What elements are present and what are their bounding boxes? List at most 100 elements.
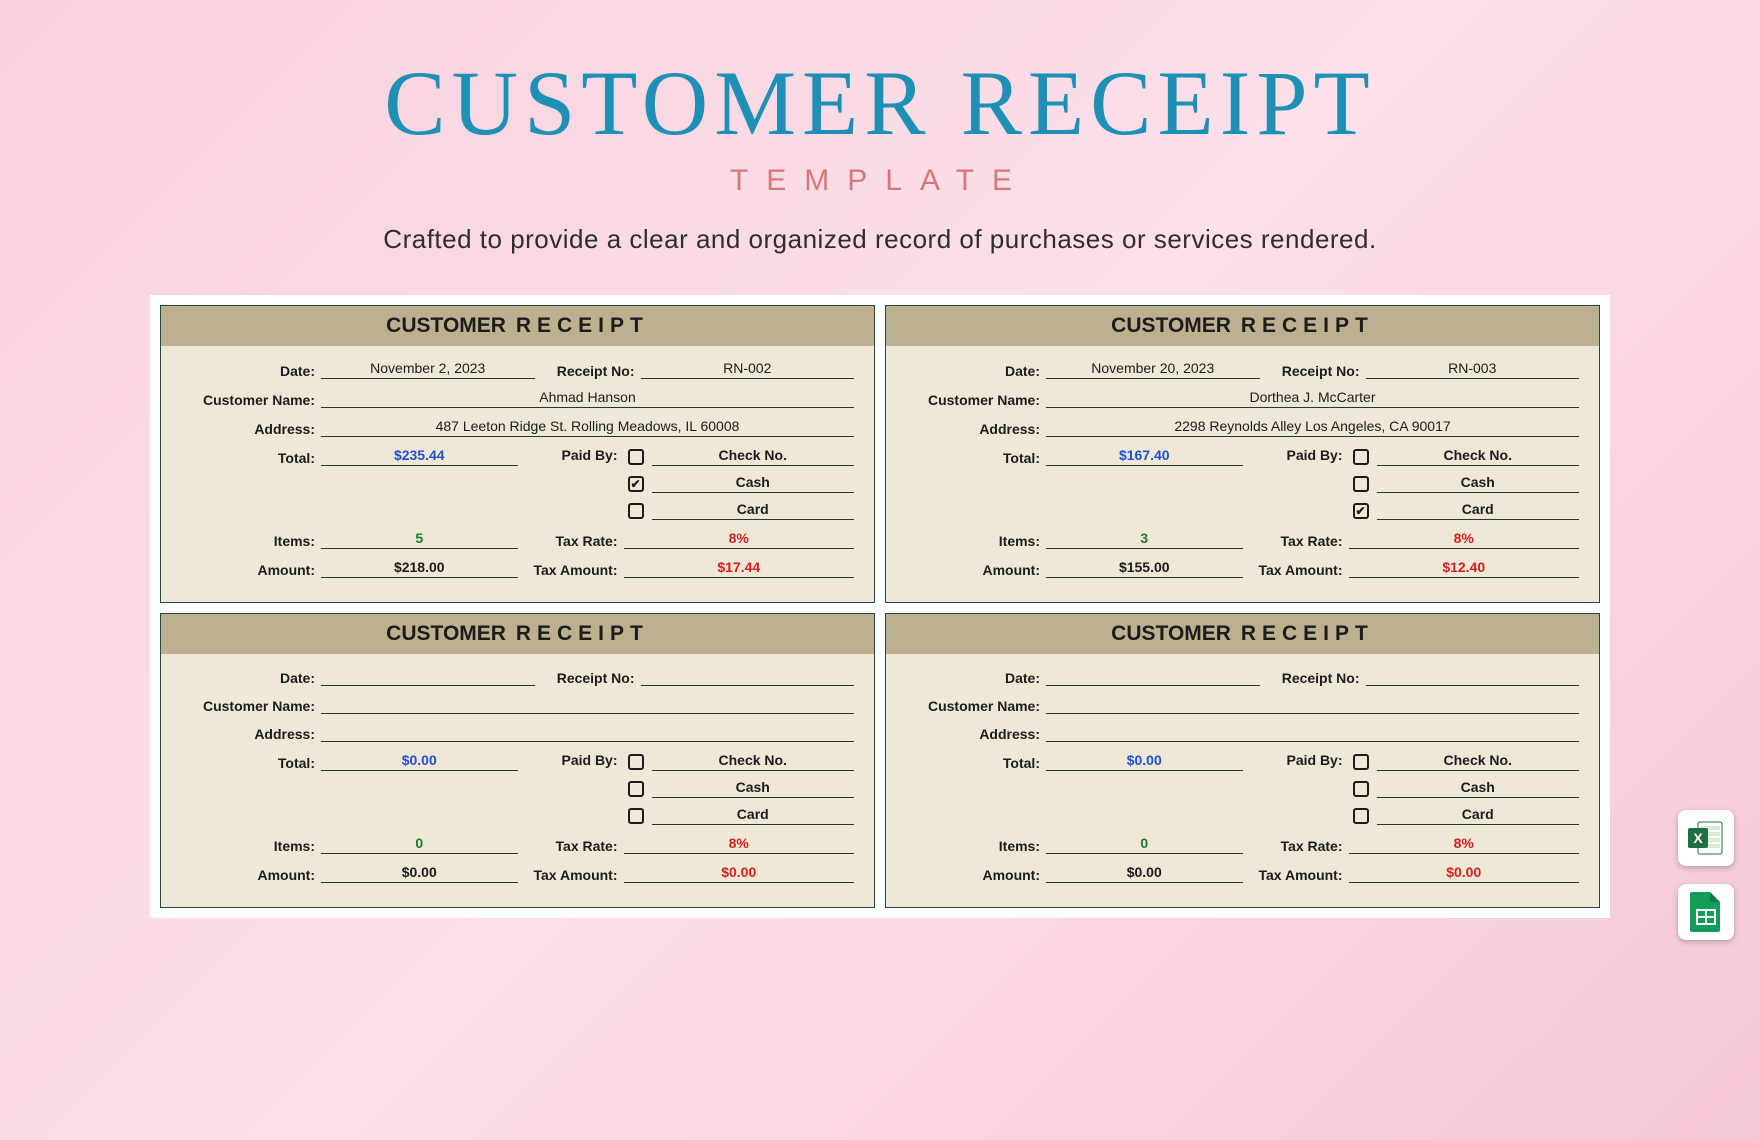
items-label: Items: (181, 533, 321, 549)
sheets-icon[interactable] (1678, 884, 1734, 940)
total-label: Total: (906, 755, 1046, 771)
address-value: 2298 Reynolds Alley Los Angeles, CA 9001… (1046, 418, 1579, 437)
check-label: Check No. (1377, 447, 1580, 466)
cash-checkbox[interactable] (1353, 781, 1369, 797)
date-value (321, 668, 535, 686)
card-checkbox[interactable] (1353, 503, 1369, 519)
items-value: 3 (1046, 530, 1243, 549)
taxrate-value: 8% (624, 530, 855, 549)
excel-icon[interactable]: X (1678, 810, 1734, 866)
receiptno-label: Receipt No: (545, 363, 641, 379)
amount-label: Amount: (181, 867, 321, 883)
paidby-label: Paid By: (528, 752, 624, 768)
check-label: Check No. (652, 752, 855, 771)
date-label: Date: (181, 363, 321, 379)
taxrate-label: Tax Rate: (1253, 838, 1349, 854)
cash-checkbox[interactable] (628, 476, 644, 492)
check-checkbox[interactable] (1353, 754, 1369, 770)
card-label: Card (1377, 806, 1580, 825)
receiptno-value (641, 668, 855, 686)
page-subtitle: TEMPLATE (80, 164, 1680, 198)
check-label: Check No. (652, 447, 855, 466)
items-value: 0 (1046, 835, 1243, 854)
total-value: $235.44 (321, 447, 518, 466)
taxamount-label: Tax Amount: (528, 562, 624, 578)
date-value: November 2, 2023 (321, 360, 535, 379)
paidby-label: Paid By: (1253, 447, 1349, 463)
page-description: Crafted to provide a clear and organized… (80, 224, 1680, 255)
template-hero: CUSTOMER RECEIPT TEMPLATE Crafted to pro… (0, 0, 1760, 958)
receipt-header: CUSTOMER RECEIPT (161, 306, 874, 346)
check-checkbox[interactable] (628, 449, 644, 465)
cash-label: Cash (1377, 474, 1580, 493)
receipt-card: CUSTOMER RECEIPT Date: Receipt No: Custo… (885, 613, 1600, 908)
date-label: Date: (906, 363, 1046, 379)
receipt-card: CUSTOMER RECEIPT Date: Receipt No: Custo… (160, 613, 875, 908)
taxamount-value: $0.00 (1349, 864, 1580, 883)
card-label: Card (652, 501, 855, 520)
total-value: $0.00 (321, 752, 518, 771)
customer-label: Customer Name: (906, 698, 1046, 714)
taxrate-value: 8% (624, 835, 855, 854)
amount-value: $218.00 (321, 559, 518, 578)
card-checkbox[interactable] (1353, 808, 1369, 824)
items-label: Items: (906, 838, 1046, 854)
taxrate-label: Tax Rate: (528, 533, 624, 549)
customer-label: Customer Name: (181, 392, 321, 408)
receiptno-value: RN-002 (641, 360, 855, 379)
check-checkbox[interactable] (1353, 449, 1369, 465)
card-checkbox[interactable] (628, 503, 644, 519)
customer-label: Customer Name: (906, 392, 1046, 408)
card-checkbox[interactable] (628, 808, 644, 824)
total-value: $0.00 (1046, 752, 1243, 771)
address-value (321, 724, 854, 742)
items-label: Items: (181, 838, 321, 854)
taxamount-label: Tax Amount: (1253, 562, 1349, 578)
page-title: CUSTOMER RECEIPT (80, 50, 1680, 156)
cash-checkbox[interactable] (1353, 476, 1369, 492)
taxamount-label: Tax Amount: (528, 867, 624, 883)
address-label: Address: (906, 726, 1046, 742)
amount-label: Amount: (906, 867, 1046, 883)
items-label: Items: (906, 533, 1046, 549)
receiptno-label: Receipt No: (545, 670, 641, 686)
cash-label: Cash (652, 474, 855, 493)
items-value: 0 (321, 835, 518, 854)
address-value (1046, 724, 1579, 742)
address-label: Address: (181, 726, 321, 742)
date-value: November 20, 2023 (1046, 360, 1260, 379)
customer-value: Dorthea J. McCarter (1046, 389, 1579, 408)
card-label: Card (652, 806, 855, 825)
total-label: Total: (906, 450, 1046, 466)
total-value: $167.40 (1046, 447, 1243, 466)
check-checkbox[interactable] (628, 754, 644, 770)
receiptno-value: RN-003 (1366, 360, 1580, 379)
amount-label: Amount: (181, 562, 321, 578)
receiptno-label: Receipt No: (1270, 670, 1366, 686)
receiptno-label: Receipt No: (1270, 363, 1366, 379)
customer-value: Ahmad Hanson (321, 389, 854, 408)
taxamount-label: Tax Amount: (1253, 867, 1349, 883)
date-label: Date: (906, 670, 1046, 686)
cash-checkbox[interactable] (628, 781, 644, 797)
taxrate-value: 8% (1349, 530, 1580, 549)
date-value (1046, 668, 1260, 686)
receipt-sheet: CUSTOMER RECEIPT Date: November 2, 2023 … (150, 295, 1610, 918)
amount-value: $0.00 (1046, 864, 1243, 883)
customer-value (1046, 696, 1579, 714)
format-icons: X (1678, 810, 1734, 940)
cash-label: Cash (1377, 779, 1580, 798)
paidby-label: Paid By: (1253, 752, 1349, 768)
date-label: Date: (181, 670, 321, 686)
taxrate-label: Tax Rate: (1253, 533, 1349, 549)
taxamount-value: $12.40 (1349, 559, 1580, 578)
receiptno-value (1366, 668, 1580, 686)
receipt-card: CUSTOMER RECEIPT Date: November 20, 2023… (885, 305, 1600, 603)
amount-label: Amount: (906, 562, 1046, 578)
taxrate-value: 8% (1349, 835, 1580, 854)
receipt-header: CUSTOMER RECEIPT (886, 306, 1599, 346)
svg-text:X: X (1693, 830, 1703, 846)
items-value: 5 (321, 530, 518, 549)
taxamount-value: $17.44 (624, 559, 855, 578)
taxamount-value: $0.00 (624, 864, 855, 883)
